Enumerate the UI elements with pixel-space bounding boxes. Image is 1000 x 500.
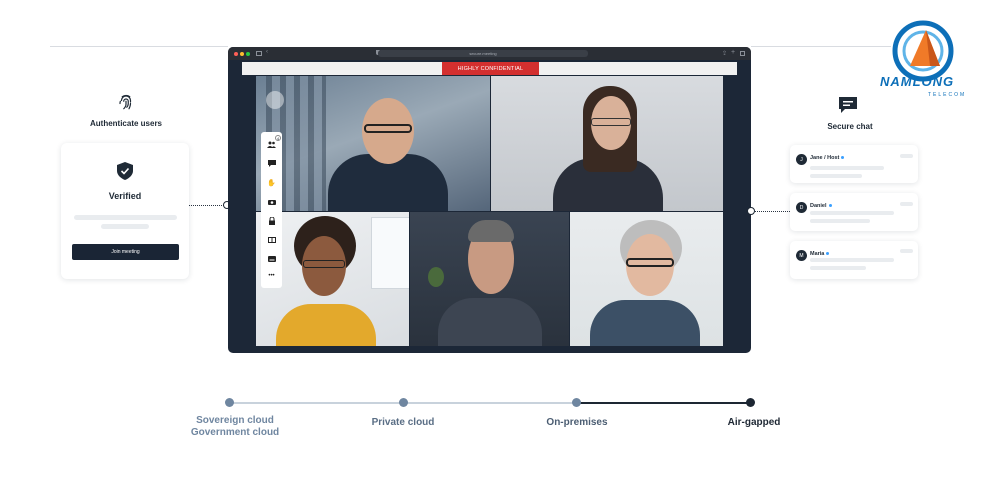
skeleton-line xyxy=(74,215,177,220)
participant-body xyxy=(276,304,376,346)
avatar: J xyxy=(796,154,807,165)
more-icon[interactable]: ••• xyxy=(266,270,277,281)
secure-chat-title: Secure chat xyxy=(827,122,873,131)
timeline-step-dot[interactable] xyxy=(225,398,234,407)
timestamp-skeleton xyxy=(900,249,913,253)
deployment-option-private[interactable]: Private cloud xyxy=(343,417,463,429)
shield-check-icon xyxy=(117,162,133,180)
skeleton-line xyxy=(101,224,149,229)
participants-icon[interactable] xyxy=(266,139,277,150)
address-bar[interactable]: secure.meeting xyxy=(378,50,588,57)
timeline-step-dot[interactable] xyxy=(399,398,408,407)
new-tab-icon[interactable]: + xyxy=(731,49,735,56)
meeting-toolbar: 4 ✋ ••• xyxy=(261,132,282,288)
plant xyxy=(428,267,444,287)
participant-body xyxy=(438,298,542,346)
timeline-step-dot[interactable] xyxy=(746,398,755,407)
tabs-icon[interactable] xyxy=(740,51,745,56)
chat-message[interactable]: M Maria xyxy=(790,241,918,279)
deployment-label: Air-gapped xyxy=(727,417,781,428)
participant-glasses xyxy=(626,258,674,267)
online-indicator-icon xyxy=(828,204,832,208)
message-skeleton xyxy=(810,219,870,223)
top-divider-left xyxy=(50,46,228,47)
chat-bubble-icon xyxy=(838,96,858,114)
participant-glasses xyxy=(303,260,345,268)
participant-glasses xyxy=(364,124,412,133)
message-skeleton xyxy=(810,266,866,270)
raise-hand-icon[interactable]: ✋ xyxy=(266,177,277,188)
message-skeleton xyxy=(810,211,894,215)
join-meeting-button[interactable]: Join meeting xyxy=(72,244,179,260)
minimize-window-button[interactable] xyxy=(240,52,244,56)
deployment-option-onprem[interactable]: On-premises xyxy=(517,417,637,429)
participant-count-badge: 4 xyxy=(275,135,281,141)
whiteboard xyxy=(371,217,409,289)
avatar: D xyxy=(796,202,807,213)
close-window-button[interactable] xyxy=(234,52,238,56)
timestamp-skeleton xyxy=(900,202,913,206)
message-skeleton xyxy=(810,166,884,170)
logo-name: NAMLONG xyxy=(880,74,955,89)
timestamp-skeleton xyxy=(900,154,913,158)
participant-hair xyxy=(468,220,514,242)
deployment-option-airgapped[interactable]: Air-gapped xyxy=(694,417,814,429)
fingerprint-icon xyxy=(117,93,135,111)
video-tile-participant-5[interactable] xyxy=(570,212,723,346)
captions-icon[interactable] xyxy=(266,253,277,264)
deployment-label: Sovereign cloud xyxy=(196,415,274,426)
share-icon[interactable]: ⇪ xyxy=(722,50,727,57)
chat-icon[interactable] xyxy=(266,158,277,169)
confidential-banner: HIGHLY CONFIDENTIAL xyxy=(442,62,539,75)
participant-glasses xyxy=(591,118,631,126)
authenticate-title: Authenticate users xyxy=(89,119,163,128)
logo-subtitle: TELECOM xyxy=(928,92,967,98)
participant-body xyxy=(590,300,700,346)
video-tile-participant-2[interactable] xyxy=(491,76,723,211)
meeting-logo-icon xyxy=(266,91,284,109)
message-skeleton xyxy=(810,174,862,178)
layout-icon[interactable] xyxy=(266,234,277,245)
timeline-track-active xyxy=(577,402,751,404)
chat-sender-name: Jane / Host xyxy=(810,155,845,161)
video-tile-host[interactable] xyxy=(256,76,490,211)
deployment-label: On-premises xyxy=(546,417,608,428)
camera-icon[interactable] xyxy=(266,196,277,207)
right-connector-node xyxy=(747,207,755,215)
back-icon[interactable]: ‹ xyxy=(266,49,268,55)
verified-label: Verified xyxy=(108,191,142,201)
left-connector xyxy=(189,205,224,206)
timeline-step-dot[interactable] xyxy=(572,398,581,407)
browser-titlebar: ‹ secure.meeting ⇪ + xyxy=(228,47,751,60)
right-connector xyxy=(755,211,790,212)
url-text: secure.meeting xyxy=(469,51,497,56)
maximize-window-button[interactable] xyxy=(246,52,250,56)
verification-card: Verified Join meeting xyxy=(61,143,189,279)
top-divider-right xyxy=(751,46,891,47)
deployment-option-sovereign[interactable]: Sovereign cloud Government cloud xyxy=(170,415,300,439)
deployment-label: Government cloud xyxy=(190,427,280,438)
online-indicator-icon xyxy=(826,252,830,256)
sidebar-toggle-icon[interactable] xyxy=(256,51,262,56)
chat-message[interactable]: D Daniel xyxy=(790,193,918,231)
message-skeleton xyxy=(810,258,894,262)
chat-message[interactable]: J Jane / Host xyxy=(790,145,918,183)
browser-window: ‹ secure.meeting ⇪ + HIGHLY CONFIDENTIAL xyxy=(228,47,751,353)
chat-sender-name: Daniel xyxy=(810,203,832,209)
deployment-label: Private cloud xyxy=(371,417,435,428)
online-indicator-icon xyxy=(841,156,845,160)
lock-icon[interactable] xyxy=(266,215,277,226)
video-tile-participant-4[interactable] xyxy=(410,212,569,346)
chat-sender-name: Maria xyxy=(810,251,830,257)
avatar: M xyxy=(796,250,807,261)
